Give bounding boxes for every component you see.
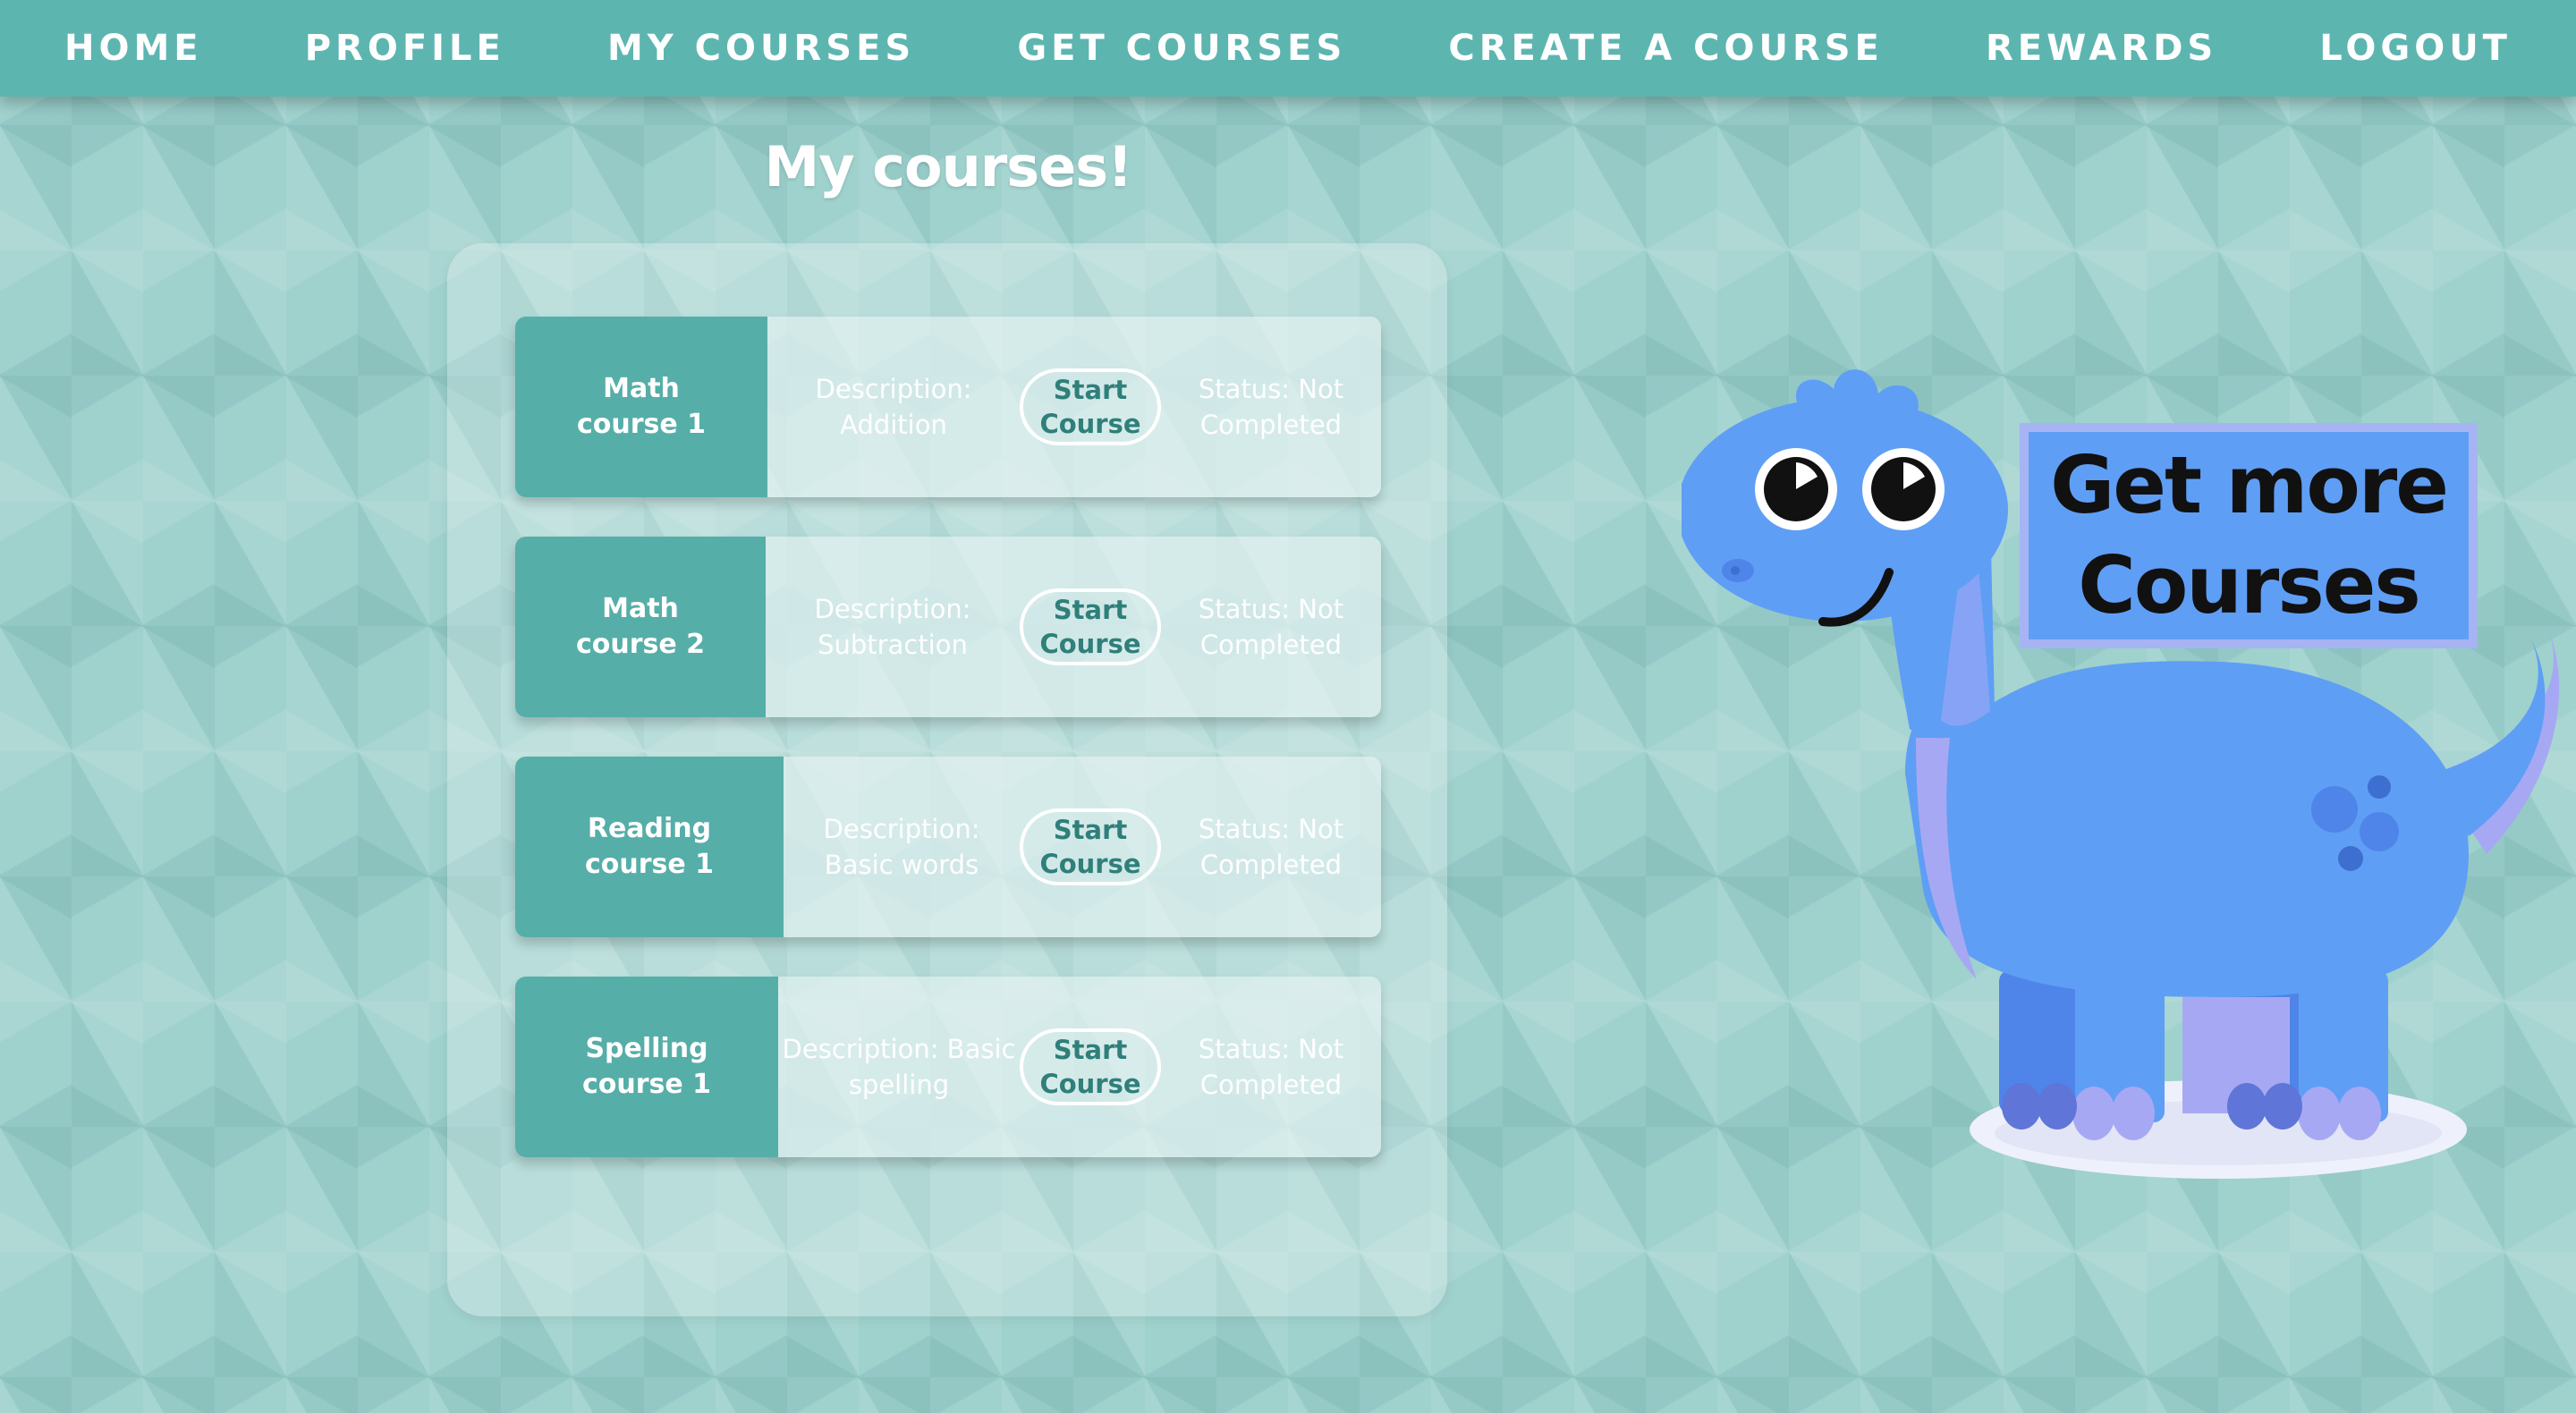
get-more-courses-sign[interactable]: Get more Courses <box>2020 423 2478 648</box>
nav-profile-link[interactable]: PROFILE <box>305 28 505 69</box>
courses-panel: Math course 1 Description: Addition Star… <box>447 243 1447 1316</box>
course-card: Spelling course 1 Description: Basic spe… <box>515 977 1381 1157</box>
course-description: Description: Basic spelling <box>782 1034 1016 1100</box>
top-navigation: HOME PROFILE MY COURSES GET COURSES CREA… <box>0 0 2576 97</box>
start-course-button[interactable]: Start Course <box>1020 368 1161 445</box>
course-name: Spelling course 1 <box>515 977 778 1157</box>
course-name: Math course 2 <box>515 537 766 717</box>
course-name: Reading course 1 <box>515 757 784 937</box>
course-card: Math course 1 Description: Addition Star… <box>515 317 1381 497</box>
course-status: Status: Not Completed <box>1198 1034 1344 1100</box>
nav-create-course-link[interactable]: CREATE A COURSE <box>1448 28 1884 69</box>
start-course-button[interactable]: Start Course <box>1020 588 1161 665</box>
course-name: Math course 1 <box>515 317 767 497</box>
start-course-button[interactable]: Start Course <box>1020 1028 1161 1105</box>
course-description: Description: Subtraction <box>814 594 971 660</box>
nav-rewards-link[interactable]: REWARDS <box>1986 28 2217 69</box>
course-description: Description: Basic words <box>823 814 980 880</box>
nav-get-courses-link[interactable]: GET COURSES <box>1017 28 1346 69</box>
course-description: Description: Addition <box>815 374 972 440</box>
get-more-courses-promo[interactable]: Get more Courses <box>1682 353 2576 1203</box>
nav-my-courses-link[interactable]: MY COURSES <box>607 28 915 69</box>
course-card: Reading course 1 Description: Basic word… <box>515 757 1381 937</box>
nav-logout-link[interactable]: LOGOUT <box>2319 28 2512 69</box>
course-status: Status: Not Completed <box>1198 594 1344 660</box>
nav-home-link[interactable]: HOME <box>64 28 203 69</box>
page-title: My courses! <box>764 134 1133 199</box>
course-card: Math course 2 Description: Subtraction S… <box>515 537 1381 717</box>
start-course-button[interactable]: Start Course <box>1020 808 1161 885</box>
course-status: Status: Not Completed <box>1198 374 1344 440</box>
course-status: Status: Not Completed <box>1198 814 1344 880</box>
